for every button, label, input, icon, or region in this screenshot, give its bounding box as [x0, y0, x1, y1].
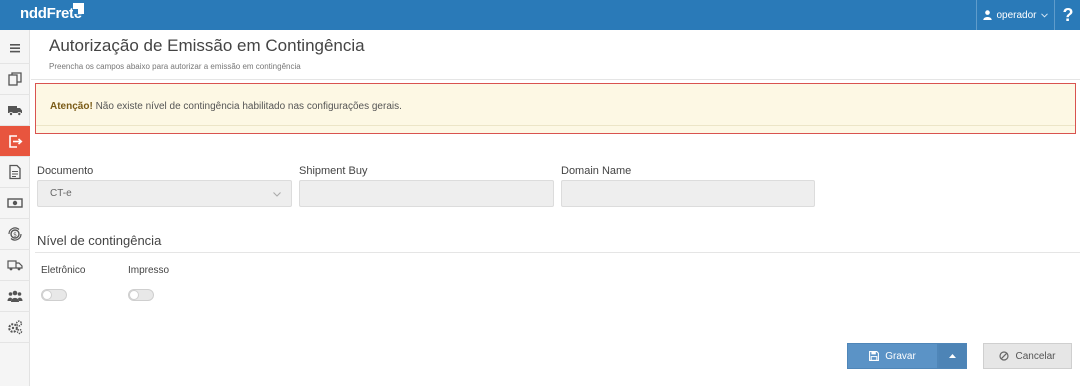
impresso-toggle[interactable] [128, 289, 154, 301]
user-name: operador [996, 9, 1037, 21]
documents-icon [8, 72, 22, 86]
top-bar: nddFrete operador ? [0, 0, 1080, 30]
sidebar-item-documents[interactable] [0, 64, 30, 95]
domain-name-input[interactable] [561, 180, 815, 207]
impresso-label: Impresso [128, 265, 170, 276]
chevron-down-icon [273, 192, 281, 197]
document-icon [9, 164, 21, 180]
sidebar-item-fleet[interactable] [0, 250, 30, 281]
alert-divider [36, 125, 1075, 126]
toggle-knob [42, 290, 52, 300]
alert-strong: Atenção! [50, 101, 93, 112]
caret-up-icon [949, 354, 956, 358]
title-divider [31, 79, 1080, 80]
page-title: Autorização de Emissão em Contingência [49, 36, 365, 55]
user-menu[interactable]: operador [976, 0, 1055, 30]
gears-icon [8, 320, 23, 335]
sidebar-item-transport[interactable] [0, 95, 30, 126]
coin-cycle-icon: $ [8, 227, 22, 241]
sidebar-item-financial[interactable] [0, 188, 30, 219]
sidebar-item-document[interactable] [0, 157, 30, 188]
eletronico-label: Eletrônico [41, 265, 86, 276]
help-button[interactable]: ? [1056, 0, 1080, 30]
documento-select[interactable]: CT-e [37, 180, 292, 207]
cancel-label: Cancelar [1015, 350, 1056, 362]
shipment-buy-input[interactable] [299, 180, 554, 207]
ban-icon [999, 351, 1010, 361]
warning-alert: Atenção! Não existe nível de contingênci… [35, 83, 1076, 134]
toggle-knob [129, 290, 139, 300]
sidebar-item-payments[interactable]: $ [0, 219, 30, 250]
alert-message: Não existe nível de contingência habilit… [92, 101, 402, 112]
chevron-down-icon [1040, 12, 1048, 18]
domain-name-label: Domain Name [561, 165, 632, 177]
menu-icon [10, 44, 20, 53]
cancel-button[interactable]: Cancelar [983, 343, 1072, 369]
save-label: Gravar [885, 350, 916, 362]
save-button[interactable]: Gravar [847, 343, 938, 369]
logo-mark-icon [73, 3, 84, 14]
eletronico-toggle[interactable] [41, 289, 67, 301]
truck-icon [8, 106, 22, 116]
documento-value: CT-e [50, 188, 72, 199]
money-icon [7, 198, 23, 208]
sidebar-item-contingency[interactable] [0, 126, 30, 157]
sidebar: $ [0, 30, 30, 386]
export-icon [9, 135, 23, 148]
save-options-button[interactable] [938, 343, 967, 369]
documento-label: Documento [37, 165, 94, 177]
sidebar-item-settings[interactable] [0, 312, 30, 343]
trucks-icon [7, 260, 23, 271]
alert-text: Atenção! Não existe nível de contingênci… [50, 101, 402, 112]
sidebar-item-menu[interactable] [0, 33, 30, 64]
users-icon [7, 290, 23, 302]
user-icon [983, 10, 993, 20]
section-divider [35, 252, 1080, 253]
sidebar-item-users[interactable] [0, 281, 30, 312]
section-title-contingencia: Nível de contingência [37, 233, 162, 248]
page-subtitle: Preencha os campos abaixo para autorizar… [49, 62, 301, 71]
shipment-buy-label: Shipment Buy [299, 165, 368, 177]
floppy-disk-icon [869, 351, 880, 361]
svg-text:$: $ [13, 232, 17, 239]
